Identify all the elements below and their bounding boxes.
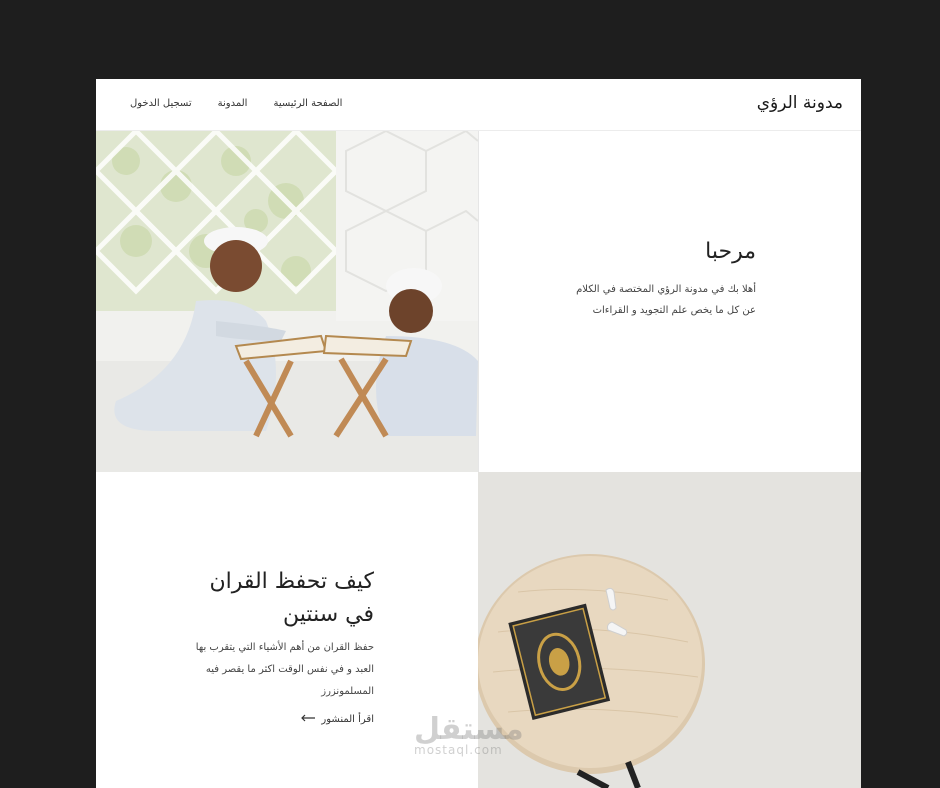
site-brand[interactable]: مدونة الرؤي: [757, 93, 843, 113]
mostaql-watermark: مستقل mostaql.com: [414, 712, 524, 772]
post-title[interactable]: كيف تحفظ القران في سنتين: [174, 565, 374, 631]
quran-on-table-image: [478, 472, 861, 788]
nav-blog[interactable]: المدونة: [218, 98, 248, 109]
kids-reading-quran-image: [96, 131, 478, 472]
hero-section: مرحبا أهلا بك في مدونة الرؤي المختصة في …: [478, 131, 861, 472]
read-more-label: اقرأ المنشور: [321, 714, 374, 725]
watermark-arabic: مستقل: [414, 712, 524, 747]
main-nav: الصفحة الرئيسية المدونة تسجيل الدخول: [130, 98, 342, 109]
hero-title: مرحبا: [705, 239, 756, 264]
kids-illustration: [96, 131, 478, 472]
arrow-left-icon: [301, 714, 316, 725]
post-description: حفظ القران من أهم الأشياء التي يتقرب بها…: [195, 642, 374, 697]
hero-description: أهلا بك في مدونة الرؤي المختصة في الكلام…: [576, 284, 756, 316]
site-header: مدونة الرؤي الصفحة الرئيسية المدونة تسجي…: [96, 79, 861, 131]
nav-login[interactable]: تسجيل الدخول: [130, 98, 192, 109]
nav-home[interactable]: الصفحة الرئيسية: [273, 98, 342, 109]
read-more-link[interactable]: اقرأ المنشور: [301, 714, 374, 725]
page: مدونة الرؤي الصفحة الرئيسية المدونة تسجي…: [96, 79, 861, 788]
table-illustration: [478, 472, 861, 788]
